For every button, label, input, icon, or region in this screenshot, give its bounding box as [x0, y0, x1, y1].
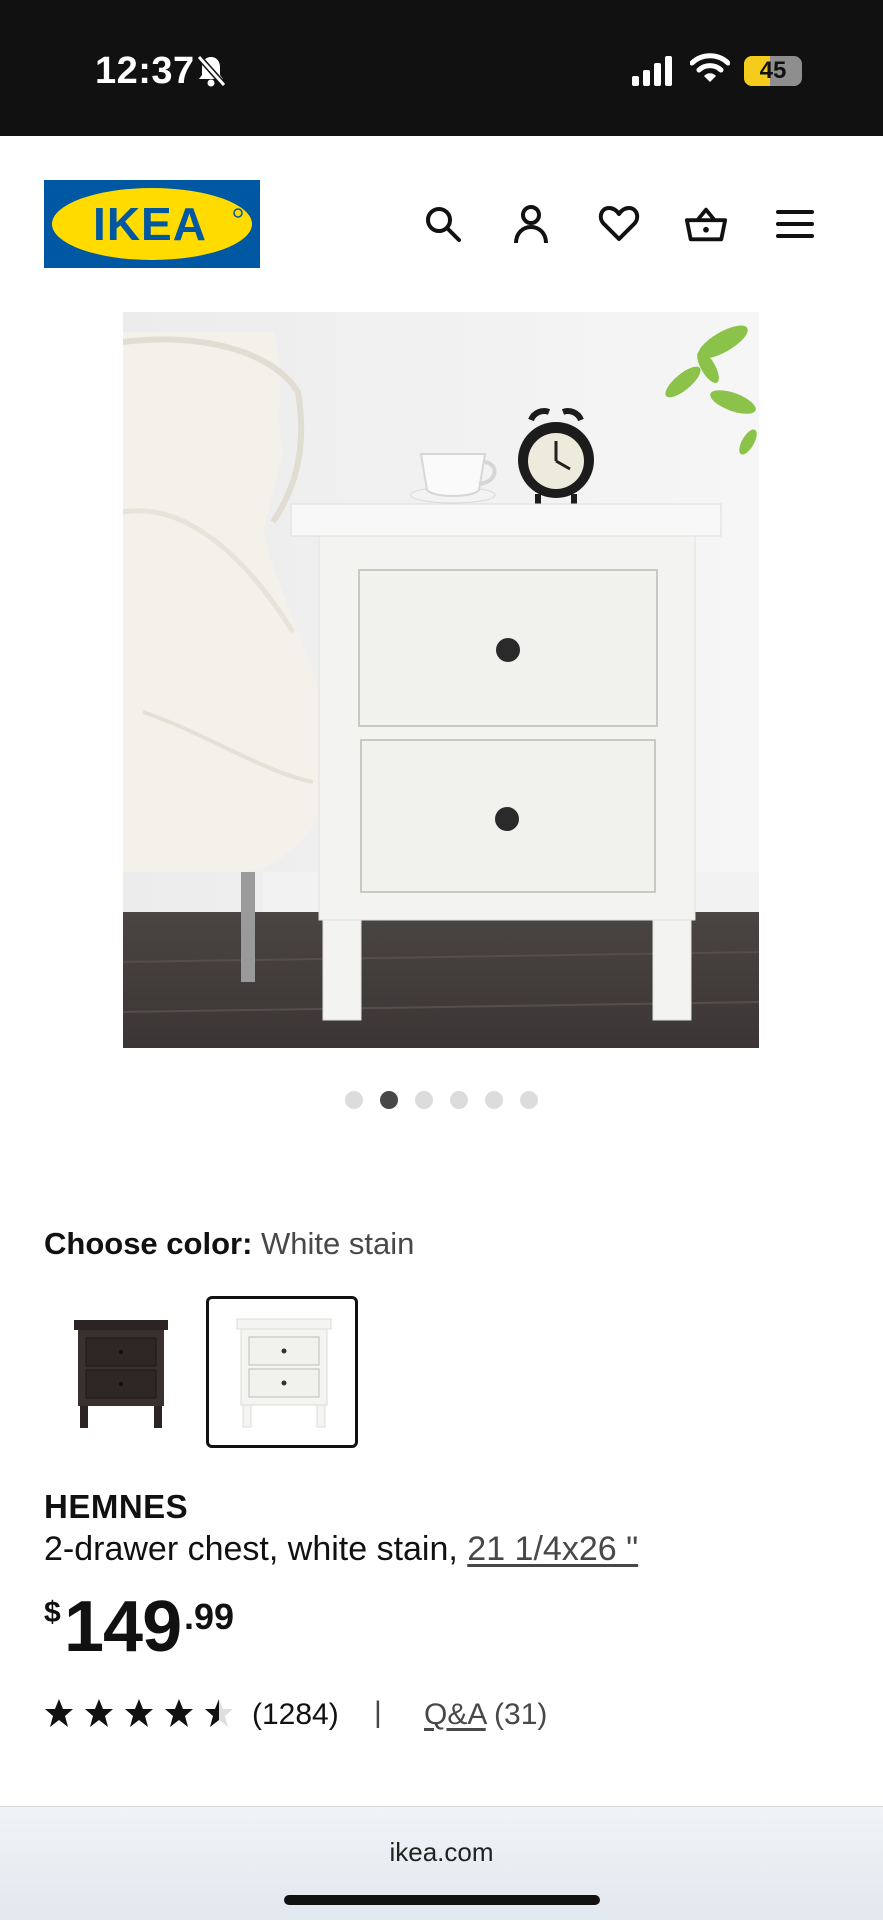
svg-text:IKEA: IKEA: [93, 198, 207, 250]
carousel-dot[interactable]: [485, 1091, 503, 1109]
product-description: 2-drawer chest, white stain, 21 1/4x26 ": [44, 1530, 638, 1569]
product-description-text: 2-drawer chest, white stain,: [44, 1530, 468, 1568]
qa-link[interactable]: Q&A (31): [424, 1698, 547, 1732]
star-rating[interactable]: [44, 1698, 234, 1728]
bell-slash-icon: [196, 54, 227, 93]
star-icon: [205, 1699, 233, 1727]
carousel-dot[interactable]: [345, 1091, 363, 1109]
status-time: 12:37: [95, 50, 195, 92]
home-indicator[interactable]: [284, 1895, 600, 1905]
review-count[interactable]: (1284): [252, 1698, 339, 1732]
color-swatch-black-brown[interactable]: [44, 1296, 196, 1448]
qa-count: (31): [485, 1698, 548, 1731]
carousel-dot[interactable]: [380, 1091, 398, 1109]
rating-row: (1284) | Q&A (31): [44, 1694, 744, 1738]
search-icon[interactable]: [421, 202, 465, 246]
heart-icon[interactable]: [597, 202, 641, 246]
battery-level: 45: [759, 57, 787, 84]
price-currency: $: [44, 1596, 61, 1629]
carousel-dot[interactable]: [520, 1091, 538, 1109]
star-icon: [165, 1699, 193, 1727]
cellular-signal-icon: [632, 56, 676, 91]
status-bar: 12:37 45: [0, 0, 883, 136]
star-icon: [85, 1699, 113, 1727]
browser-address-bar[interactable]: ikea.com: [0, 1806, 883, 1920]
product-image[interactable]: [123, 312, 759, 1048]
price-integer: 149: [64, 1587, 182, 1667]
choose-color-heading: Choose color: White stain: [44, 1226, 414, 1262]
url-text[interactable]: ikea.com: [0, 1837, 883, 1868]
star-icon: [45, 1699, 73, 1727]
cart-icon[interactable]: [684, 202, 728, 246]
selected-color-value: White stain: [261, 1226, 415, 1261]
site-header: IKEA: [0, 136, 883, 296]
account-icon[interactable]: [509, 202, 553, 246]
color-swatch-white-stain[interactable]: [206, 1296, 358, 1448]
carousel-dot[interactable]: [450, 1091, 468, 1109]
wifi-icon: [689, 52, 731, 89]
carousel-dots: [0, 1091, 883, 1111]
battery-icon: 45: [744, 56, 802, 86]
product-name: HEMNES: [44, 1488, 189, 1525]
carousel-dot[interactable]: [415, 1091, 433, 1109]
star-icon: [125, 1699, 153, 1727]
ikea-logo[interactable]: IKEA: [44, 180, 260, 268]
price-decimal: .99: [184, 1596, 235, 1637]
qa-label[interactable]: Q&A: [424, 1698, 486, 1731]
menu-icon[interactable]: [773, 202, 817, 246]
product-size-link[interactable]: 21 1/4x26 ": [467, 1530, 638, 1568]
choose-color-label: Choose color:: [44, 1226, 253, 1261]
separator: |: [374, 1696, 382, 1729]
